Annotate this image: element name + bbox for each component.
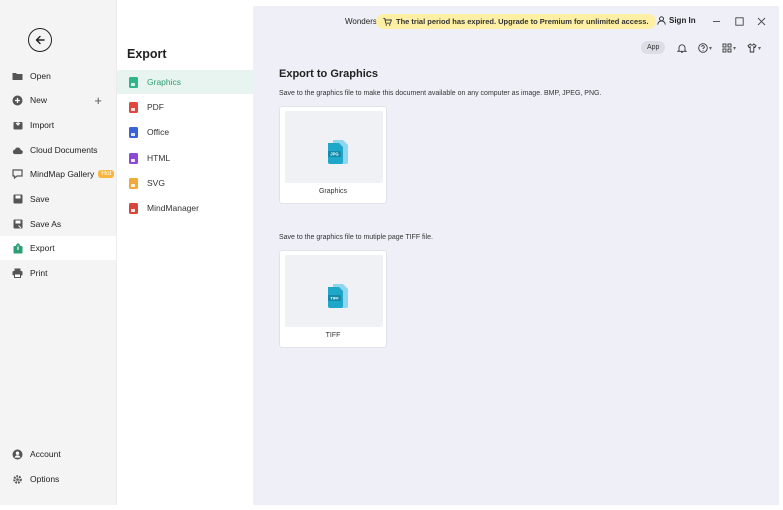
gear-icon bbox=[12, 474, 23, 485]
export-content-area: Wonders The trial period has expired. Up… bbox=[253, 6, 779, 505]
sidebar-item-label: MindMap Gallery bbox=[30, 169, 95, 179]
format-item-svg[interactable]: SVG bbox=[117, 171, 253, 195]
office-file-icon bbox=[129, 126, 138, 138]
export-format-panel: Export Graphics PDF Office HTML SVG Mind… bbox=[117, 6, 253, 505]
graphics-description: Save to the graphics file to make this d… bbox=[279, 90, 602, 97]
tiff-thumbnail: TIFF bbox=[285, 255, 383, 327]
sidebar-item-label: Cloud Documents bbox=[30, 145, 98, 155]
save-icon bbox=[12, 194, 23, 205]
graphics-thumbnail: JPG bbox=[285, 111, 383, 183]
format-item-office[interactable]: Office bbox=[117, 120, 253, 144]
sidebar-item-label: Open bbox=[30, 71, 51, 81]
hot-badge: Hot bbox=[98, 169, 115, 179]
sidebar-item-mindmap-gallery[interactable]: MindMap Gallery Hot bbox=[0, 162, 116, 186]
sign-in-button[interactable]: Sign In bbox=[657, 16, 696, 25]
help-button[interactable]: ▾ bbox=[698, 42, 712, 54]
format-item-label: PDF bbox=[147, 102, 164, 112]
tiff-description: Save to the graphics file to mutiple pag… bbox=[279, 234, 433, 241]
minimize-icon bbox=[712, 20, 720, 22]
shirt-icon bbox=[747, 43, 757, 53]
save-as-icon bbox=[12, 219, 23, 230]
plus-circle-icon bbox=[12, 95, 23, 106]
brand-name: Wonders bbox=[345, 17, 377, 26]
format-item-label: HTML bbox=[147, 153, 171, 163]
user-icon bbox=[657, 16, 666, 25]
format-item-label: MindManager bbox=[147, 203, 199, 213]
sidebar-item-print[interactable]: Print bbox=[0, 261, 116, 285]
sidebar-item-cloud-documents[interactable]: Cloud Documents bbox=[0, 138, 116, 162]
format-item-pdf[interactable]: PDF bbox=[117, 95, 253, 119]
close-icon bbox=[757, 17, 765, 25]
sidebar-item-label: Account bbox=[30, 449, 61, 459]
app-button[interactable]: App bbox=[641, 41, 666, 54]
format-item-graphics[interactable]: Graphics bbox=[117, 70, 253, 94]
sidebar-item-save[interactable]: Save bbox=[0, 187, 116, 211]
trial-text: The trial period has expired. Upgrade to… bbox=[396, 17, 649, 26]
minimize-button[interactable] bbox=[710, 15, 722, 27]
sidebar-item-new[interactable]: New + bbox=[0, 88, 116, 112]
chevron-down-icon: ▾ bbox=[709, 45, 713, 52]
notifications-button[interactable] bbox=[677, 42, 687, 54]
arrow-left-icon bbox=[35, 35, 45, 45]
sidebar-item-label: Export bbox=[30, 243, 55, 253]
format-item-label: Office bbox=[147, 127, 170, 137]
sidebar-item-open[interactable]: Open bbox=[0, 64, 116, 88]
back-button[interactable] bbox=[28, 28, 52, 52]
format-item-label: SVG bbox=[147, 178, 165, 188]
format-item-mindmanager[interactable]: MindManager bbox=[117, 196, 253, 220]
file-sidebar: Open New + Import Cloud Documents MindMa… bbox=[0, 0, 117, 505]
sidebar-item-export[interactable]: Export bbox=[0, 236, 116, 260]
html-file-icon bbox=[129, 152, 138, 164]
sidebar-item-import[interactable]: Import bbox=[0, 113, 116, 137]
svg-file-icon bbox=[129, 177, 138, 189]
mindmanager-file-icon bbox=[129, 202, 138, 214]
apps-grid-button[interactable]: ▾ bbox=[722, 42, 736, 54]
tiff-file-icon: TIFF bbox=[328, 284, 348, 308]
folder-icon bbox=[12, 71, 23, 82]
export-icon bbox=[12, 242, 23, 254]
tiff-icon-text: TIFF bbox=[330, 296, 339, 301]
tiff-export-card[interactable]: TIFF TIFF bbox=[279, 250, 387, 348]
theme-button[interactable]: ▾ bbox=[747, 42, 761, 54]
page-title: Export to Graphics bbox=[279, 68, 379, 80]
trial-banner[interactable]: The trial period has expired. Upgrade to… bbox=[376, 14, 656, 29]
cloud-icon bbox=[12, 145, 23, 156]
graphics-card-label: Graphics bbox=[318, 188, 347, 195]
sidebar-item-options[interactable]: Options bbox=[0, 467, 116, 491]
sidebar-item-label: Print bbox=[30, 268, 48, 278]
tiff-card-label: TIFF bbox=[325, 332, 341, 339]
sidebar-item-label: Save bbox=[30, 194, 50, 204]
grid-icon bbox=[722, 43, 732, 53]
close-button[interactable] bbox=[755, 15, 767, 27]
chevron-down-icon: ▾ bbox=[758, 45, 762, 52]
add-icon[interactable]: + bbox=[94, 94, 102, 107]
gallery-icon bbox=[12, 169, 23, 180]
sign-in-label: Sign In bbox=[669, 16, 696, 25]
bell-icon bbox=[677, 44, 687, 53]
graphics-file-icon bbox=[129, 76, 138, 88]
graphics-export-card[interactable]: JPG Graphics bbox=[279, 106, 387, 204]
maximize-button[interactable] bbox=[733, 15, 745, 27]
pdf-file-icon bbox=[129, 101, 138, 113]
help-icon bbox=[698, 43, 708, 53]
print-icon bbox=[12, 268, 23, 279]
title-bar: Wonders The trial period has expired. Up… bbox=[253, 6, 779, 38]
sidebar-item-account[interactable]: Account bbox=[0, 442, 116, 466]
jpg-icon-text: JPG bbox=[330, 152, 338, 157]
sidebar-item-label: Options bbox=[30, 474, 60, 484]
jpg-file-icon: JPG bbox=[328, 140, 348, 164]
format-item-label: Graphics bbox=[147, 77, 182, 87]
sidebar-item-label: Import bbox=[30, 120, 55, 130]
cart-icon bbox=[383, 17, 392, 26]
import-icon bbox=[12, 120, 23, 131]
sidebar-item-label: New bbox=[30, 95, 48, 105]
maximize-icon bbox=[734, 16, 744, 26]
export-title: Export bbox=[127, 47, 167, 61]
sidebar-item-save-as[interactable]: Save As bbox=[0, 212, 116, 236]
chevron-down-icon: ▾ bbox=[733, 45, 737, 52]
format-item-html[interactable]: HTML bbox=[117, 146, 253, 170]
account-icon bbox=[12, 449, 23, 460]
sidebar-item-label: Save As bbox=[30, 219, 62, 229]
